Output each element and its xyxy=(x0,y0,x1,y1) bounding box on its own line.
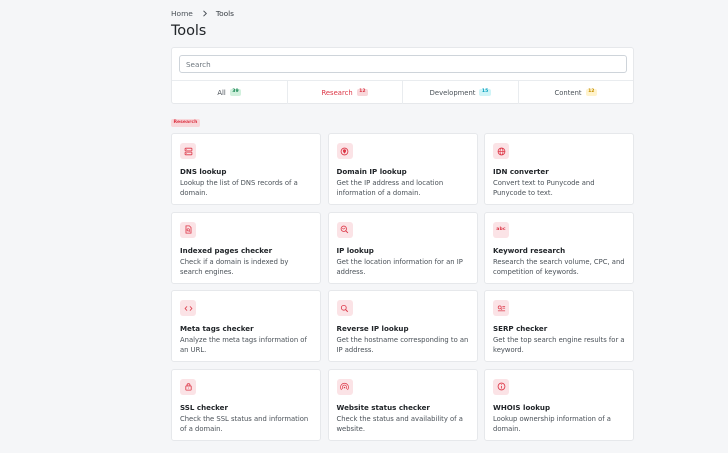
count-badge: 12 xyxy=(585,88,597,97)
tool-title: SSL checker xyxy=(180,402,228,412)
breadcrumb-current: Tools xyxy=(215,9,235,18)
tool-card-indexed-pages-checker[interactable]: Indexed pages checker Check if a domain … xyxy=(171,211,321,284)
count-badge: 15 xyxy=(479,88,491,97)
tool-card-domain-ip-lookup[interactable]: Domain IP lookup Get the IP address and … xyxy=(327,133,478,205)
tool-description: Get the hostname corresponding to an IP … xyxy=(336,336,469,354)
tools-grid: DNS lookup Lookup the list of DNS record… xyxy=(171,133,634,441)
tool-description: Research the search volume, CPC, and com… xyxy=(493,257,625,276)
signal-icon xyxy=(336,378,353,395)
section-badge: Research xyxy=(171,119,200,127)
tool-card-dns-lookup[interactable]: DNS lookup Lookup the list of DNS record… xyxy=(171,133,321,205)
tool-card-serp-checker[interactable]: SERP checker Get the top search engine r… xyxy=(484,290,634,362)
page-title: Tools xyxy=(171,23,207,39)
count-badge: 12 xyxy=(356,88,369,97)
tool-card-reverse-ip-lookup[interactable]: Reverse IP lookup Get the hostname corre… xyxy=(327,290,478,362)
tool-title: IDN converter xyxy=(493,167,549,176)
tool-description: Get the IP address and location informat… xyxy=(336,179,444,197)
tab-content[interactable]: Content 12 xyxy=(517,81,634,104)
tab-label: Content xyxy=(554,88,582,97)
tab-all[interactable]: All 39 xyxy=(172,81,287,104)
code-icon xyxy=(180,300,196,316)
tool-title: Indexed pages checker xyxy=(180,245,273,255)
server-icon xyxy=(180,143,196,159)
search-input[interactable] xyxy=(179,55,627,73)
tool-title: SERP checker xyxy=(493,324,548,333)
tool-title: Keyword research xyxy=(493,245,566,255)
tool-description: Lookup ownership information of a domain… xyxy=(493,414,611,433)
search-panel: All 39 Research 12 Development 15 Conten… xyxy=(171,47,634,104)
tool-card-idn-converter[interactable]: IDN converter Convert text to Punycode a… xyxy=(484,133,634,205)
info-icon xyxy=(493,378,509,395)
tool-title: IP lookup xyxy=(336,245,374,255)
tool-title: Reverse IP lookup xyxy=(336,324,409,333)
breadcrumb-home-link[interactable]: Home xyxy=(171,9,193,18)
globe-icon xyxy=(493,143,509,159)
map-search-icon xyxy=(336,221,353,238)
search-list-icon xyxy=(493,300,509,316)
tool-title: WHOIS lookup xyxy=(493,402,551,412)
tool-description: Get the location information for an IP a… xyxy=(336,257,463,276)
count-badge: 39 xyxy=(229,88,242,97)
tab-label: Development xyxy=(429,88,476,97)
tool-description: Lookup the list of DNS records of a doma… xyxy=(180,179,298,197)
tool-description: Convert text to Punycode and Punycode to… xyxy=(493,179,595,197)
file-search-icon xyxy=(180,221,196,238)
tool-card-ip-lookup[interactable]: IP lookup Get the location information f… xyxy=(327,211,478,284)
lock-icon xyxy=(180,378,196,395)
abc-icon: abc xyxy=(493,221,509,238)
tool-description: Get the top search engine results for a … xyxy=(493,336,625,354)
location-pin-icon xyxy=(336,143,353,159)
search-icon xyxy=(336,300,353,316)
tool-card-keyword-research[interactable]: abc Keyword research Research the search… xyxy=(484,211,634,284)
tool-card-website-status-checker[interactable]: Website status checker Check the status … xyxy=(327,368,478,441)
tool-card-ssl-checker[interactable]: SSL checker Check the SSL status and inf… xyxy=(171,368,321,441)
tool-title: Website status checker xyxy=(336,402,430,412)
chevron-right-icon xyxy=(202,10,208,17)
tool-description: Analyze the meta tags information of an … xyxy=(180,336,307,354)
tool-title: Meta tags checker xyxy=(180,324,254,333)
tool-card-meta-tags-checker[interactable]: Meta tags checker Analyze the meta tags … xyxy=(171,290,321,362)
tab-research[interactable]: Research 12 xyxy=(286,81,403,104)
tool-title: Domain IP lookup xyxy=(336,167,407,176)
tool-description: Check the SSL status and information of … xyxy=(180,414,309,433)
tab-label: Research xyxy=(321,88,353,97)
tool-card-whois-lookup[interactable]: WHOIS lookup Lookup ownership informatio… xyxy=(484,368,634,441)
tool-description: Check the status and availability of a w… xyxy=(336,414,463,433)
tab-label: All xyxy=(217,88,226,97)
abc-icon-text: abc xyxy=(496,227,506,232)
tab-development[interactable]: Development 15 xyxy=(402,81,518,104)
category-tabs: All 39 Research 12 Development 15 Conten… xyxy=(172,80,633,104)
tool-description: Check if a domain is indexed by search e… xyxy=(180,257,289,276)
breadcrumb: Home Tools xyxy=(171,9,234,18)
tool-title: DNS lookup xyxy=(180,167,227,176)
